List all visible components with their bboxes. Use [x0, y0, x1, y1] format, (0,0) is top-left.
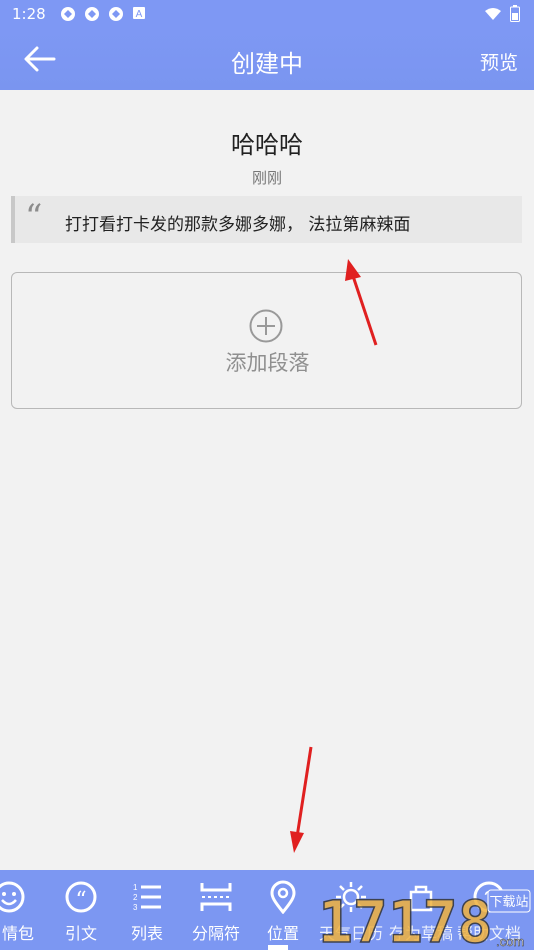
status-time: 1:28	[12, 5, 46, 23]
svg-text:“: “	[75, 888, 86, 913]
svg-text:1: 1	[133, 883, 138, 892]
toolbar-label: 列表	[130, 924, 163, 943]
app-bar: 创建中 预览	[0, 28, 534, 90]
svg-text:3: 3	[133, 903, 138, 912]
status-notification-icons: A	[60, 6, 148, 22]
list-icon: 1 2 3	[133, 883, 161, 912]
svg-text:下载站: 下载站	[489, 895, 528, 910]
annotation-arrow-icon	[345, 259, 378, 346]
toolbar-item-divider[interactable]: 分隔符	[188, 880, 244, 950]
quote-text: 打打看打卡发的那款多娜多娜， 法拉第麻辣面	[65, 215, 411, 235]
active-tab-indicator	[268, 945, 288, 950]
document-timestamp: 刚刚	[251, 169, 282, 187]
app-icon	[84, 6, 100, 22]
svg-text:2: 2	[133, 893, 138, 902]
plus-circle-icon	[249, 309, 283, 343]
preview-button[interactable]: 预览	[480, 48, 518, 75]
toolbar-item-emoji[interactable]: 情包	[0, 880, 34, 950]
divider-icon	[200, 883, 232, 911]
toolbar-item-list[interactable]: 1 2 3 列表	[122, 880, 172, 950]
notification-a-icon: A	[132, 6, 148, 22]
quote-block[interactable]: “ 打打看打卡发的那款多娜多娜， 法拉第麻辣面	[11, 196, 522, 243]
quote-icon: “	[65, 881, 97, 913]
battery-icon	[510, 5, 520, 26]
add-paragraph-button[interactable]: 添加段落	[11, 272, 522, 409]
toolbar-label: 位置	[266, 924, 299, 943]
status-right	[484, 5, 520, 26]
status-bar: 1:28 A	[0, 0, 534, 28]
app-icon	[60, 6, 76, 22]
svg-text:.com: .com	[496, 934, 524, 949]
svg-text:17178: 17178	[318, 888, 493, 950]
page-title: 创建中	[231, 50, 303, 78]
toolbar-label: 引文	[64, 924, 97, 943]
emoji-icon	[0, 881, 25, 913]
quote-mark-icon: “	[25, 197, 43, 237]
app-icon	[108, 6, 124, 22]
svg-text:A: A	[136, 9, 143, 20]
toolbar-label: 情包	[2, 924, 35, 943]
watermark-logo: 17178 .com 下载站	[318, 887, 531, 950]
location-icon	[270, 880, 296, 914]
toolbar-item-quote[interactable]: “ 引文	[56, 880, 106, 950]
document-title[interactable]: 哈哈哈	[0, 125, 534, 160]
wifi-icon	[484, 7, 502, 25]
add-paragraph-label: 添加段落	[225, 351, 310, 375]
annotation-arrow-icon	[290, 746, 313, 853]
toolbar-label: 分隔符	[191, 924, 240, 943]
toolbar-item-location[interactable]: 位置	[258, 880, 308, 950]
